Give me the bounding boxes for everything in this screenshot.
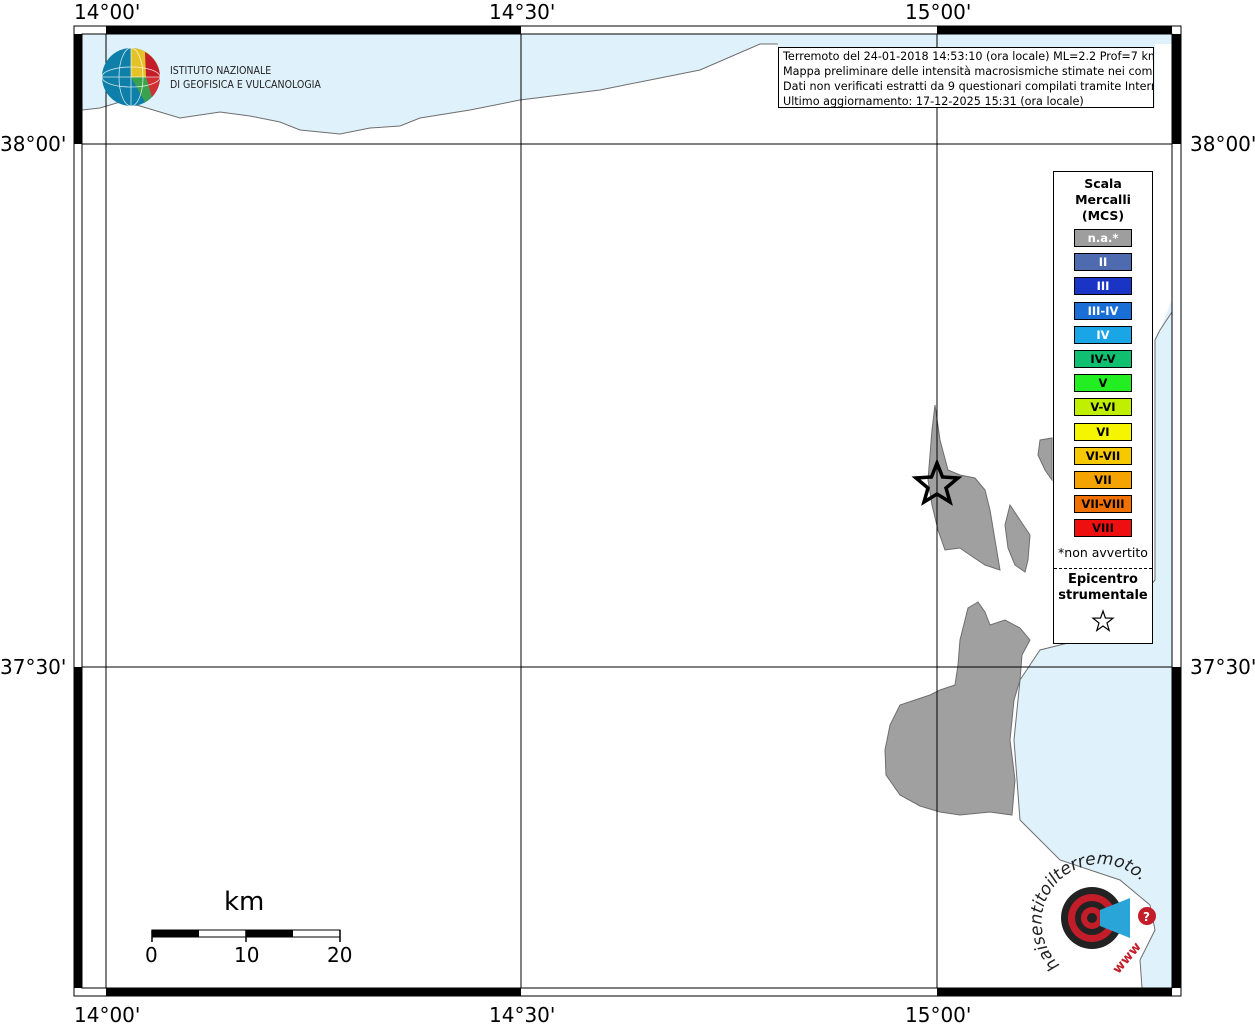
legend-epicenter-line1: Epicentro [1068, 572, 1138, 587]
legend-swatch: n.a.* [1074, 229, 1132, 247]
legend-epicenter-line2: strumentale [1058, 588, 1148, 603]
scale-tick-10: 10 [234, 943, 260, 967]
event-info-line1: Terremoto del 24-01-2018 14:53:10 (ora l… [783, 50, 1154, 63]
legend-swatch: VIII [1074, 519, 1132, 538]
coord-bottom-lon-2: 14°30' [489, 1003, 556, 1027]
coord-top-lon-1: 14°00' [74, 0, 141, 24]
mcs-legend: Scala Mercalli (MCS) n.a.* II III III-IV IV I… [1053, 171, 1153, 644]
watermark-www: www [1110, 940, 1145, 977]
scale-unit: km [224, 887, 265, 917]
coord-right-lat-1: 38°00' [1190, 132, 1255, 156]
coord-bottom-lon-1: 14°00' [74, 1003, 141, 1027]
legend-swatch: VII-VIII [1074, 495, 1132, 514]
legend-title: Scala Mercalli (MCS) [1054, 176, 1152, 224]
scale-bar [151, 929, 341, 942]
legend-swatch: V [1074, 374, 1132, 393]
coord-left-lat-2: 37°30' [0, 655, 67, 679]
legend-separator [1054, 568, 1152, 569]
event-info-box: Terremoto del 24-01-2018 14:53:10 (ora l… [778, 47, 1154, 108]
event-info-line2: Mappa preliminare delle intensità macros… [783, 65, 1154, 78]
legend-swatch: IV-V [1074, 350, 1132, 368]
coord-top-lon-3: 15°00' [905, 0, 972, 24]
coord-top-lon-2: 14°30' [489, 0, 556, 24]
legend-swatch: II [1074, 253, 1132, 272]
outer-frame [73, 25, 1182, 997]
frame-ticks [74, 26, 1181, 996]
legend-swatch: VI-VII [1074, 446, 1132, 465]
legend-swatch: VII [1074, 471, 1132, 489]
legend-epicenter-label: Epicentro strumentale [1054, 572, 1152, 604]
legend-title-line1: Scala [1084, 176, 1122, 191]
ingv-logo-line2: DI GEOFISICA E VULCANOLOGIA [170, 79, 321, 91]
felt-area-island [1004, 503, 1031, 573]
legend-swatch: IV [1074, 325, 1132, 344]
coord-bottom-lon-3: 15°00' [905, 1003, 972, 1027]
svg-text:?: ? [1143, 910, 1150, 924]
legend-star-icon [1091, 609, 1115, 633]
event-info-line4: Ultimo aggiornamento: 17-12-2025 15:31 (… [783, 95, 1084, 108]
legend-swatch: III [1074, 277, 1132, 296]
ingv-globe-icon [101, 47, 161, 107]
coord-left-lat-1: 38°00' [0, 132, 67, 156]
legend-swatch: VI [1074, 422, 1132, 441]
legend-note: *non avvertito [1058, 545, 1148, 560]
ingv-logo-line1: ISTITUTO NAZIONALE [170, 65, 272, 77]
legend-title-line2: Mercalli [1075, 192, 1131, 207]
felt-area-south [884, 601, 1031, 816]
event-info-line3: Dati non verificati estratti da 9 questi… [783, 80, 1154, 93]
ingv-logo-text: ISTITUTO NAZIONALE DI GEOFISICA E VULCAN… [170, 64, 321, 92]
coord-right-lat-2: 37°30' [1190, 655, 1255, 679]
legend-title-line3: (MCS) [1081, 208, 1125, 223]
scale-tick-20: 20 [327, 943, 353, 967]
felt-area-north [927, 404, 1001, 571]
legend-swatch: V-VI [1074, 398, 1132, 417]
legend-swatch: III-IV [1074, 301, 1132, 320]
felt-area-east [1037, 437, 1053, 482]
scale-tick-0: 0 [145, 943, 158, 967]
